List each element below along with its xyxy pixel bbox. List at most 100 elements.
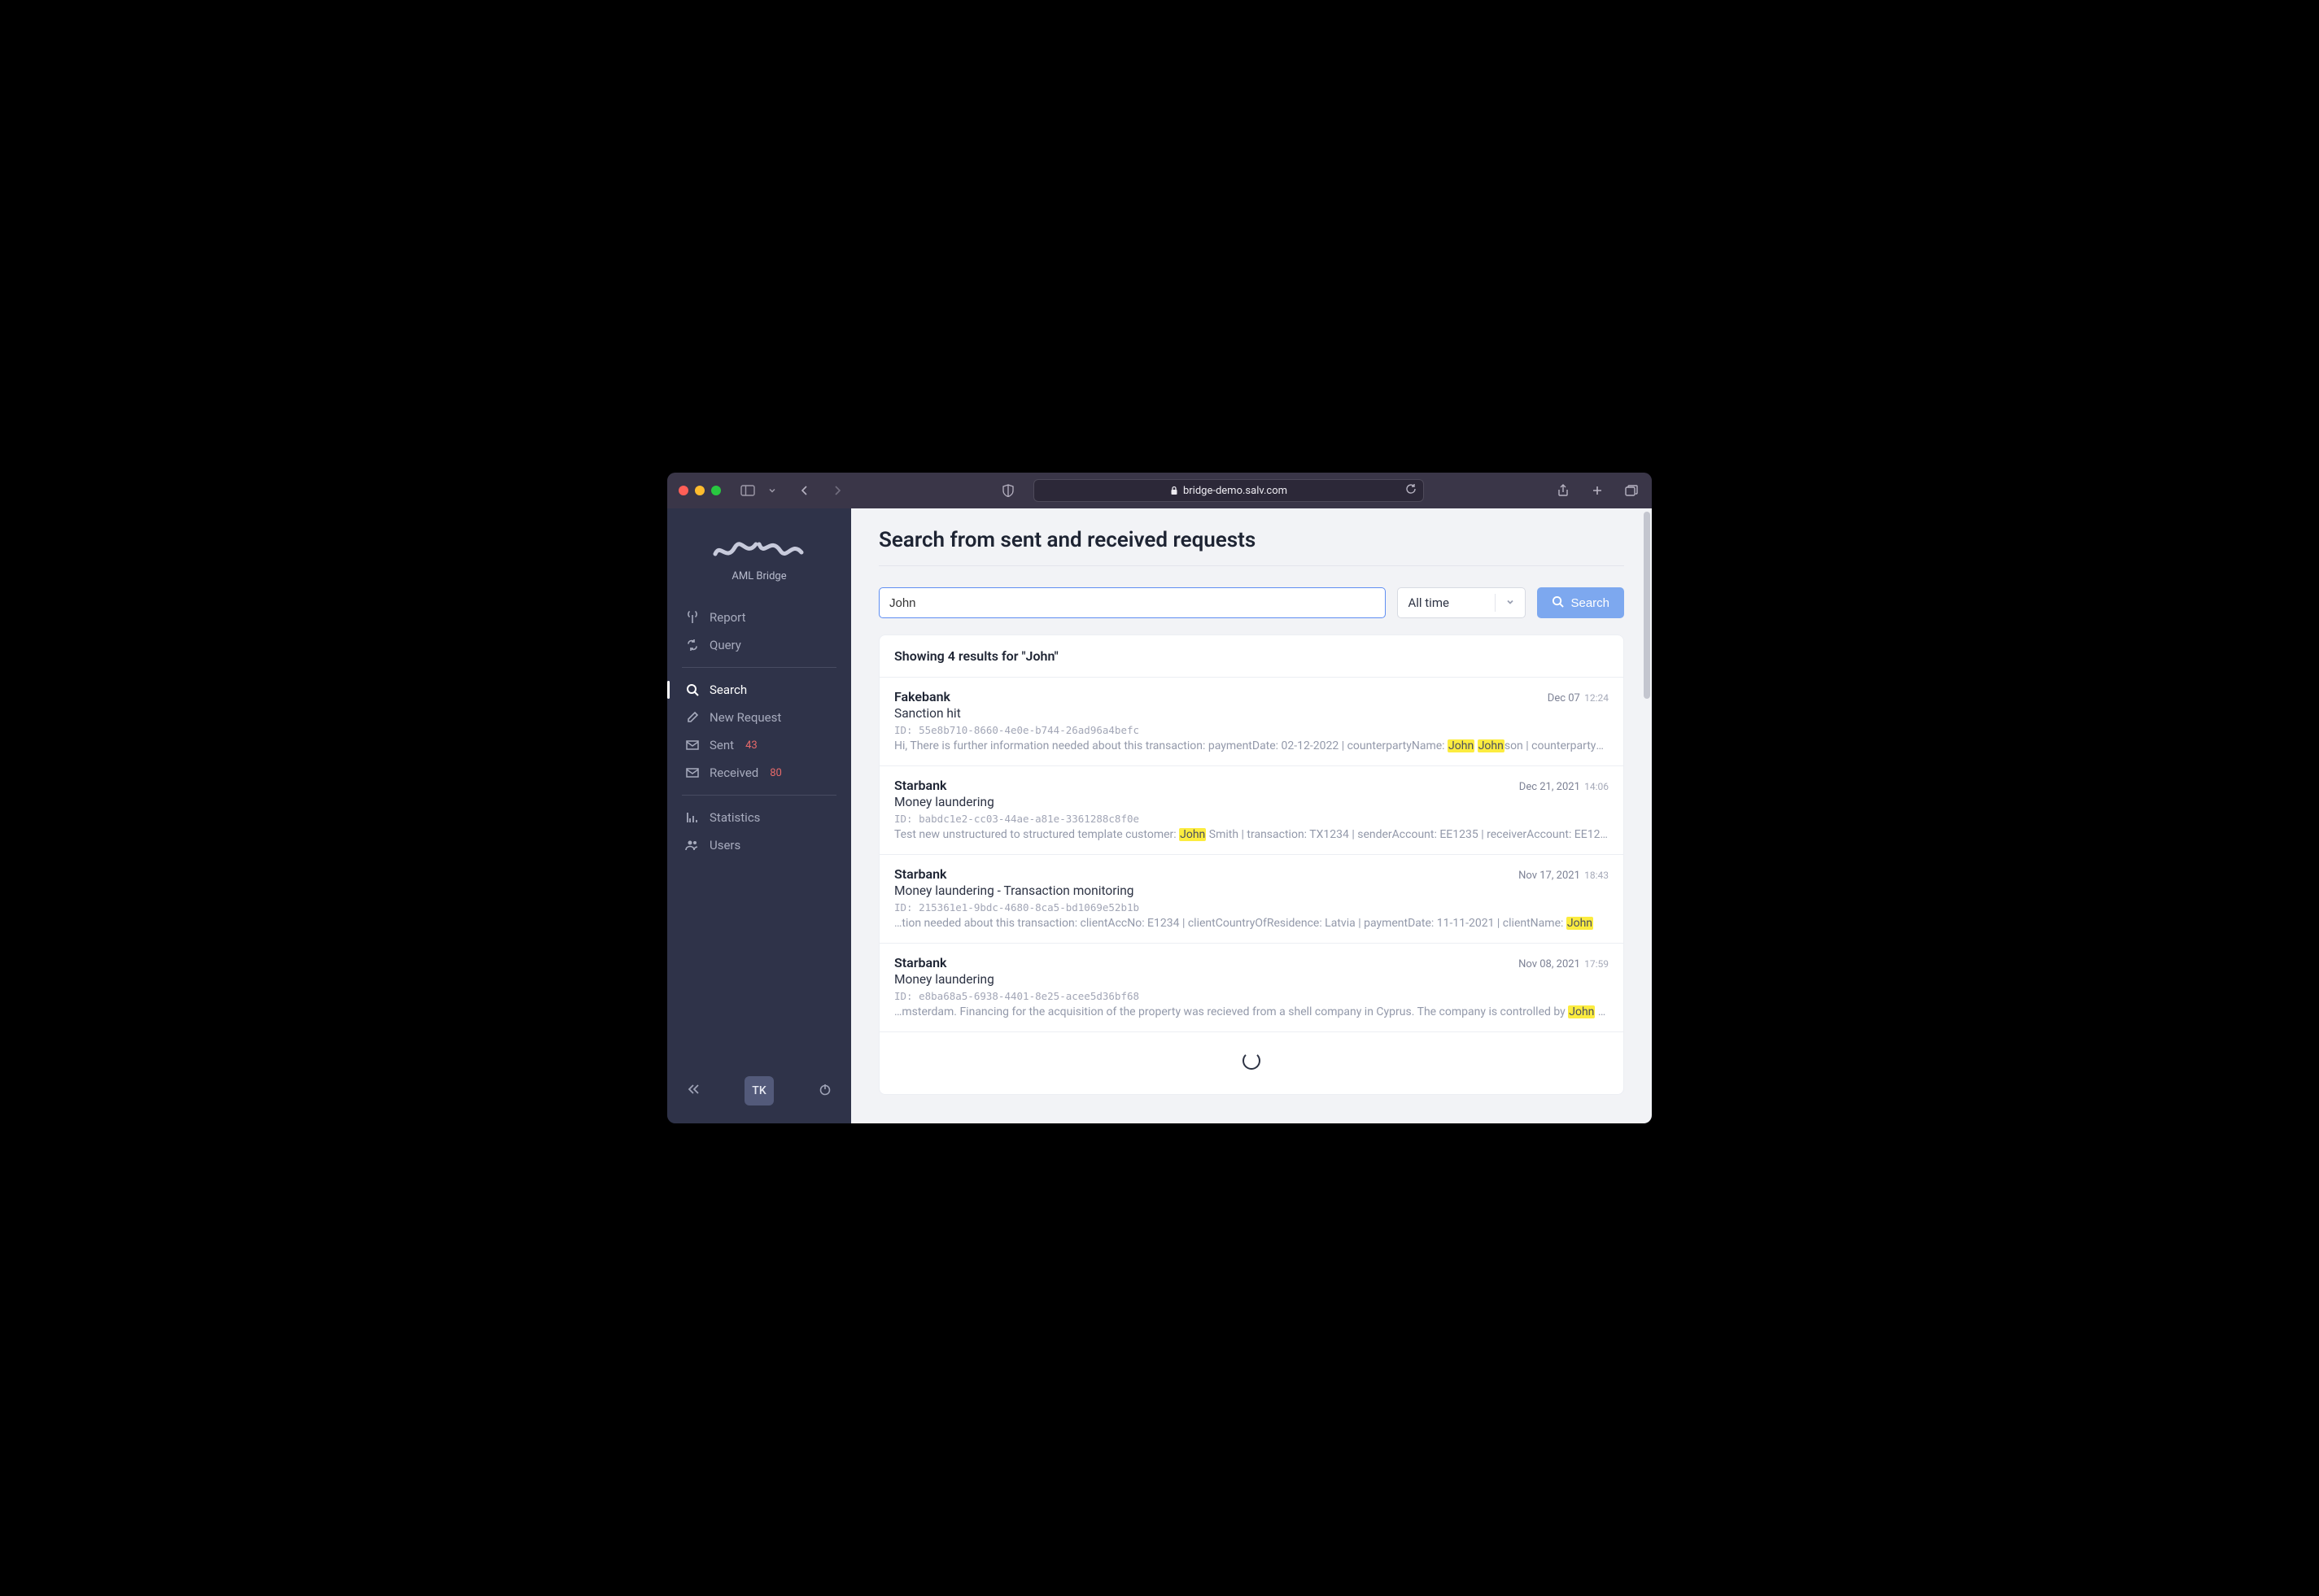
swap-icon bbox=[685, 638, 700, 652]
result-timestamp: Dec 07 12:24 bbox=[1548, 692, 1609, 704]
users-icon bbox=[685, 838, 700, 853]
window-controls bbox=[679, 486, 721, 495]
result-bank: Fakebank bbox=[894, 689, 950, 704]
search-button[interactable]: Search bbox=[1537, 587, 1624, 618]
search-button-label: Search bbox=[1570, 596, 1609, 610]
sidebar-item-label: Users bbox=[710, 838, 740, 853]
page-title: Search from sent and received requests bbox=[879, 528, 1624, 566]
results-header: Showing 4 results for "John" bbox=[880, 635, 1623, 678]
sidebar-divider bbox=[682, 795, 836, 796]
sidebar-item-label: New Request bbox=[710, 710, 781, 725]
logout-icon[interactable] bbox=[819, 1083, 832, 1099]
result-snippet: Hi, There is further information needed … bbox=[894, 739, 1609, 752]
salv-logo-icon bbox=[710, 530, 808, 565]
chart-icon bbox=[685, 810, 700, 825]
antenna-icon bbox=[685, 610, 700, 625]
new-tab-icon[interactable] bbox=[1588, 482, 1606, 499]
url-text: bridge-demo.salv.com bbox=[1183, 485, 1287, 497]
share-icon[interactable] bbox=[1554, 482, 1572, 499]
sidebar-nav: Report Query Search bbox=[667, 587, 851, 875]
result-snippet: …tion needed about this transaction: cli… bbox=[894, 917, 1609, 930]
forward-button[interactable] bbox=[828, 482, 846, 499]
url-bar[interactable]: bridge-demo.salv.com bbox=[1033, 479, 1424, 502]
sidebar-footer: TK bbox=[667, 1063, 851, 1123]
result-id: ID: 215361e1-9bdc-4680-8ca5-bd1069e52b1b bbox=[894, 901, 1609, 914]
sidebar-item-label: Query bbox=[710, 638, 741, 652]
sidebar-item-label: Statistics bbox=[710, 810, 760, 825]
sidebar-item-sent[interactable]: Sent 43 bbox=[667, 731, 851, 759]
sidebar-item-users[interactable]: Users bbox=[667, 831, 851, 859]
sidebar-toggle-icon[interactable] bbox=[739, 482, 757, 499]
tabs-overview-icon[interactable] bbox=[1622, 482, 1640, 499]
result-subject: Money laundering bbox=[894, 972, 1609, 987]
scrollbar[interactable] bbox=[1644, 512, 1650, 1120]
result-snippet: …msterdam. Financing for the acquisition… bbox=[894, 1005, 1609, 1018]
collapse-sidebar-icon[interactable] bbox=[687, 1084, 700, 1098]
result-item[interactable]: Starbank Nov 17, 2021 18:43 Money launde… bbox=[880, 855, 1623, 944]
sent-badge: 43 bbox=[745, 739, 758, 752]
spinner-icon bbox=[1242, 1052, 1260, 1070]
highlight: John bbox=[1566, 917, 1593, 930]
result-subject: Money laundering - Transaction monitorin… bbox=[894, 883, 1609, 898]
user-avatar[interactable]: TK bbox=[745, 1076, 774, 1105]
result-snippet: Test new unstructured to structured temp… bbox=[894, 828, 1609, 841]
sidebar-item-new-request[interactable]: New Request bbox=[667, 704, 851, 731]
scrollbar-thumb[interactable] bbox=[1644, 512, 1650, 699]
sidebar-item-label: Search bbox=[710, 682, 747, 697]
sidebar-item-label: Received bbox=[710, 765, 758, 780]
back-button[interactable] bbox=[796, 482, 814, 499]
brand-logo: AML Bridge bbox=[667, 508, 851, 587]
loading-row bbox=[880, 1032, 1623, 1094]
privacy-shield-icon[interactable] bbox=[999, 482, 1017, 499]
chevron-down-icon bbox=[1505, 595, 1515, 610]
highlight: John bbox=[1179, 828, 1206, 841]
sidebar-divider bbox=[682, 667, 836, 668]
result-timestamp: Nov 08, 2021 17:59 bbox=[1518, 958, 1609, 970]
inbox-icon bbox=[685, 765, 700, 780]
minimize-window[interactable] bbox=[695, 486, 705, 495]
result-id: ID: 55e8b710-8660-4e0e-b744-26ad96a4befc bbox=[894, 724, 1609, 736]
result-subject: Sanction hit bbox=[894, 706, 1609, 721]
result-timestamp: Nov 17, 2021 18:43 bbox=[1518, 870, 1609, 882]
lock-icon bbox=[1170, 486, 1178, 495]
sidebar-item-query[interactable]: Query bbox=[667, 631, 851, 659]
search-bar: All time Search bbox=[879, 587, 1624, 618]
time-filter-value: All time bbox=[1408, 595, 1448, 610]
highlight: John bbox=[1448, 739, 1474, 752]
search-icon bbox=[1552, 595, 1564, 611]
sidebar-item-report[interactable]: Report bbox=[667, 604, 851, 631]
highlight: John bbox=[1478, 739, 1505, 752]
select-separator bbox=[1495, 594, 1496, 612]
close-window[interactable] bbox=[679, 486, 688, 495]
browser-window: bridge-demo.salv.com bbox=[667, 473, 1652, 1123]
result-item[interactable]: Fakebank Dec 07 12:24 Sanction hit ID: 5… bbox=[880, 678, 1623, 766]
sidebar-item-label: Sent bbox=[710, 738, 734, 752]
search-icon bbox=[685, 682, 700, 697]
edit-icon bbox=[685, 710, 700, 725]
result-item[interactable]: Starbank Nov 08, 2021 17:59 Money launde… bbox=[880, 944, 1623, 1032]
time-filter-select[interactable]: All time bbox=[1397, 587, 1526, 618]
result-subject: Money laundering bbox=[894, 795, 1609, 809]
sidebar-item-search[interactable]: Search bbox=[667, 676, 851, 704]
received-badge: 80 bbox=[770, 767, 782, 779]
highlight: John bbox=[1568, 1005, 1595, 1018]
maximize-window[interactable] bbox=[711, 486, 721, 495]
envelope-icon bbox=[685, 738, 700, 752]
result-timestamp: Dec 21, 2021 14:06 bbox=[1519, 781, 1609, 793]
sidebar-item-statistics[interactable]: Statistics bbox=[667, 804, 851, 831]
sidebar-item-received[interactable]: Received 80 bbox=[667, 759, 851, 787]
reload-icon[interactable] bbox=[1405, 483, 1417, 498]
brand-subtitle: AML Bridge bbox=[667, 570, 851, 582]
sidebar-item-label: Report bbox=[710, 610, 746, 625]
browser-titlebar: bridge-demo.salv.com bbox=[667, 473, 1652, 508]
result-bank: Starbank bbox=[894, 778, 946, 793]
tab-group-chevron-icon[interactable] bbox=[763, 482, 781, 499]
results-panel: Showing 4 results for "John" Fakebank De… bbox=[879, 634, 1624, 1095]
app-shell: AML Bridge Report Query bbox=[667, 508, 1652, 1123]
user-initials: TK bbox=[752, 1084, 766, 1097]
result-id: ID: e8ba68a5-6938-4401-8e25-acee5d36bf68 bbox=[894, 990, 1609, 1002]
main-panel: Search from sent and received requests A… bbox=[851, 508, 1652, 1123]
result-bank: Starbank bbox=[894, 866, 946, 882]
result-item[interactable]: Starbank Dec 21, 2021 14:06 Money launde… bbox=[880, 766, 1623, 855]
search-input[interactable] bbox=[879, 587, 1386, 618]
